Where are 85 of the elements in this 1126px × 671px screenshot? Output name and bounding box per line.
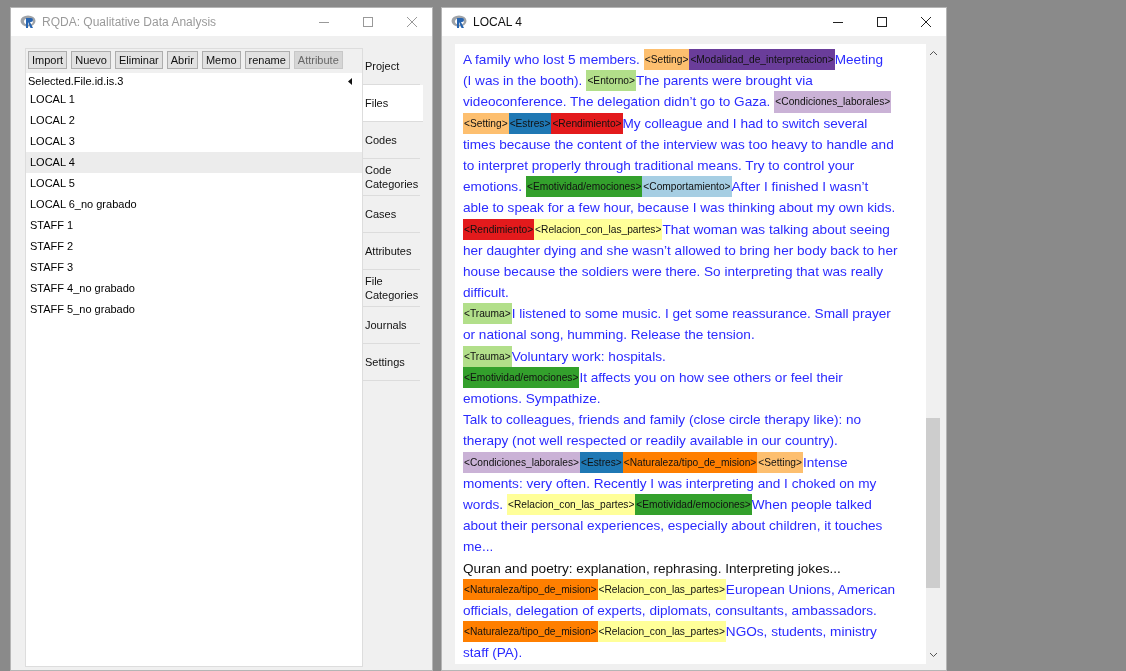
file-list-item[interactable]: STAFF 3 — [26, 257, 362, 278]
toolbar-button[interactable]: Memo — [201, 51, 241, 69]
document-text: words. — [463, 495, 504, 514]
code-tag[interactable]: <Setting> — [757, 451, 803, 473]
document-text: her daughter dying and she wasn’t allowed to bring her body back to her — [463, 241, 898, 260]
document-text: (I was in the booth). — [463, 72, 583, 91]
document-text: Talk to colleagues, friends and family (close circle therapy like): no — [463, 411, 862, 430]
file-list-item[interactable]: LOCAL 2 — [26, 110, 362, 131]
document-text: videoconference. The delegation didn’t go to Gaza. — [463, 93, 771, 112]
file-list-item[interactable]: STAFF 2 — [26, 236, 362, 257]
code-tag[interactable]: <Emotividad/emociones> — [463, 366, 580, 388]
document-text: staff (PA). — [463, 644, 523, 663]
document-text: Voluntary work: hospitals. — [511, 347, 666, 366]
code-tag[interactable]: <Rendimiento> — [551, 112, 623, 134]
document-text: That woman was talking about seeing — [662, 220, 890, 239]
code-tag[interactable]: <Condiciones_laborales> — [463, 451, 580, 473]
code-tag[interactable]: <Emotividad/emociones> — [635, 493, 752, 516]
toolbar-button[interactable]: rename — [244, 51, 290, 69]
file-list-item[interactable]: STAFF 4_no grabado — [26, 278, 362, 299]
code-tag[interactable]: <Comportamiento> — [642, 176, 732, 198]
document-text: NGOs, students, ministry — [725, 623, 877, 642]
scroll-up-icon[interactable] — [928, 50, 938, 56]
document-text: emotions. Sympathize. — [463, 390, 601, 408]
code-tag[interactable]: <Estres> — [580, 451, 623, 473]
toolbar-button[interactable]: Nuevo — [71, 51, 111, 69]
code-tag[interactable]: <Naturaleza/tipo_de_mision> — [622, 451, 758, 473]
file-list-item[interactable]: STAFF 5_no grabado — [26, 299, 362, 320]
document-text: to interpret properly through traditional means. Try to control your — [463, 156, 855, 175]
file-list-item[interactable]: LOCAL 6_no grabado — [26, 194, 362, 215]
close-icon[interactable] — [920, 16, 932, 28]
document-text: times because the content of the interview was too heavy to handle and — [463, 135, 894, 154]
code-tag[interactable]: <Setting> — [463, 112, 509, 134]
document-text: European Unions, American — [725, 580, 896, 599]
file-list-item[interactable]: LOCAL 1 — [26, 89, 362, 110]
file-list-item[interactable]: LOCAL 5 — [26, 173, 362, 194]
document-text: difficult. — [463, 284, 509, 303]
code-tag[interactable]: <Setting> — [643, 49, 690, 71]
scroll-down-icon[interactable] — [928, 652, 938, 658]
toolbar-button[interactable]: Import — [28, 51, 68, 69]
code-tag[interactable]: <Estres> — [508, 112, 552, 134]
scrollbar-thumb[interactable] — [926, 418, 940, 588]
toolbar-button[interactable]: Eliminar — [115, 51, 163, 69]
document-text: My colleague and I had to switch several — [622, 114, 868, 133]
window-title: LOCAL 4 — [473, 15, 523, 29]
document-text: After I finished I wasn’t — [731, 178, 869, 197]
code-tag[interactable]: <Trauma> — [463, 303, 512, 325]
document-text: house because the soldiers were there. So interpreting that was really — [463, 262, 884, 281]
document-text: I listened to some music. I get some reassurance. Small prayer — [511, 305, 891, 324]
code-tag[interactable]: <Entorno> — [586, 70, 636, 92]
code-tag[interactable]: <Condiciones_laborales> — [774, 91, 892, 113]
maximize-icon[interactable] — [876, 16, 888, 28]
document-text: officials, delegation of experts, diplomats, consultants, ambassadors. — [463, 601, 877, 620]
code-tag[interactable]: <Relacion_con_las_partes> — [507, 493, 636, 516]
file-list-item[interactable]: STAFF 1 — [26, 215, 362, 236]
document-text: about their personal experiences, especially about children, it touches — [463, 517, 883, 536]
sort-arrow-icon[interactable] — [348, 77, 352, 85]
document-text: When people talked — [751, 495, 872, 514]
document-text: A family who lost 5 members. — [463, 51, 640, 69]
code-tag[interactable]: <Naturaleza/tipo_de_mision> — [463, 578, 598, 600]
file-list-item[interactable]: LOCAL 4 — [26, 152, 362, 173]
document-text: able to speak for a few hour, because I was thinking about my own kids. — [463, 199, 896, 218]
toolbar-button[interactable]: Abrir — [166, 51, 198, 69]
document-text: or national song, humming. Release the tension. — [463, 326, 755, 345]
document-text: me... — [463, 538, 494, 557]
r-logo-icon — [20, 15, 36, 29]
document-text: emotions. — [463, 178, 522, 197]
document-text: The parents were brought via — [636, 72, 813, 91]
document-text: moments: very often. Recently I was interpreting and I choked on my — [463, 474, 877, 493]
document-text: Meeting — [834, 51, 884, 69]
code-tag[interactable]: <Trauma> — [463, 345, 512, 367]
code-tag[interactable]: <Relacion_con_las_partes> — [597, 578, 726, 600]
document-text: Quran and poetry: explanation, rephrasing. Interpreting jokes... — [463, 559, 841, 578]
code-tag[interactable]: <Naturaleza/tipo_de_mision> — [463, 621, 598, 643]
file-list-item[interactable]: LOCAL 3 — [26, 131, 362, 152]
document-text: therapy (not well respected or readily available in our country). — [463, 432, 838, 451]
r-logo-icon — [451, 15, 467, 29]
code-tag[interactable]: <Relacion_con_las_partes> — [597, 621, 726, 643]
list-header: Selected.File.id.is.3 — [28, 75, 124, 87]
side-tab[interactable]: Files — [363, 85, 423, 122]
code-tag[interactable]: <Emotividad/emociones> — [525, 176, 643, 198]
document-text: It affects you on how see others or feel their — [579, 368, 843, 387]
document-text: Intense — [802, 453, 848, 472]
window-title: RQDA: Qualitative Data Analysis — [42, 15, 218, 29]
code-tag[interactable]: <Rendimiento> — [463, 218, 535, 240]
code-tag[interactable]: <Relacion_con_las_partes> — [534, 218, 663, 240]
